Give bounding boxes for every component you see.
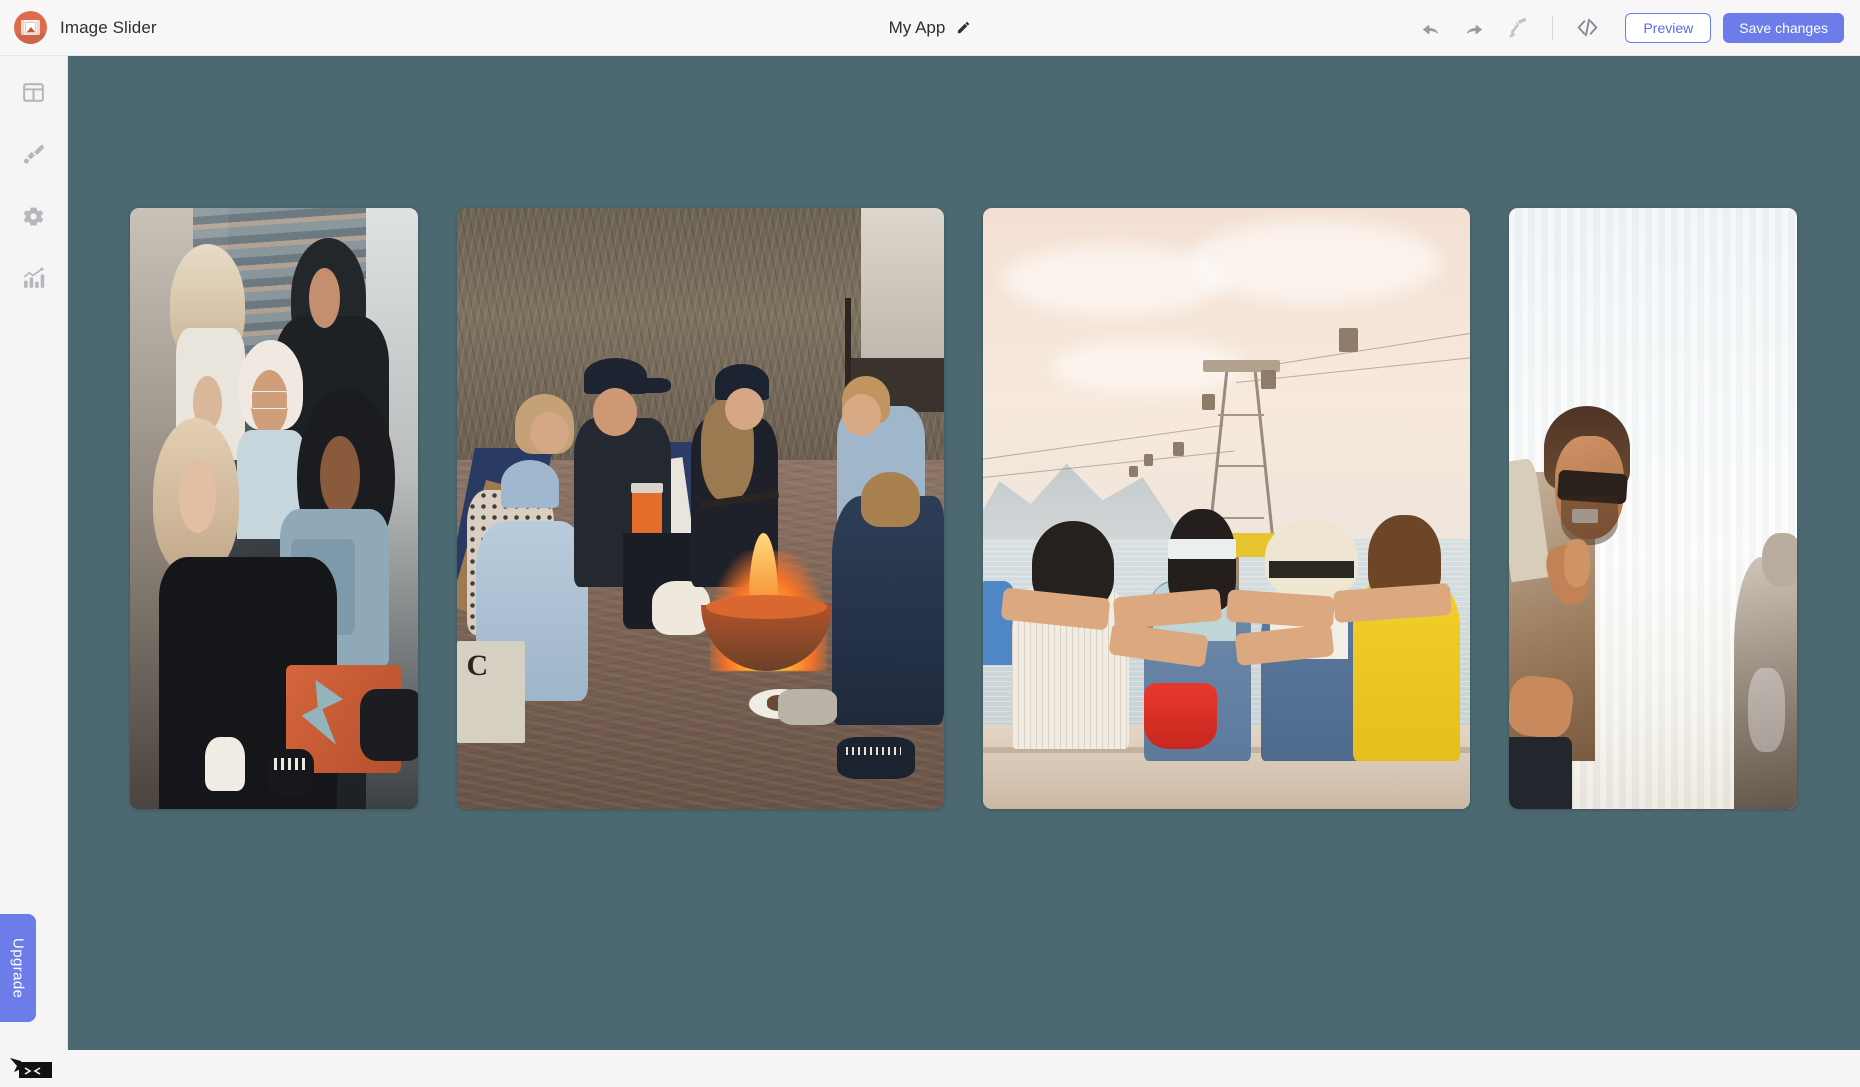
sidebar-item-analytics[interactable] [0, 250, 68, 312]
sidebar-item-settings[interactable] [0, 188, 68, 250]
paint-brush-icon [21, 142, 46, 172]
slider-slide[interactable] [1509, 208, 1797, 809]
project-name: My App [888, 17, 946, 37]
project-title-group: My App [800, 18, 1060, 38]
slide-image-1 [130, 208, 418, 809]
app-title: Image Slider [60, 17, 157, 37]
slider-slide[interactable] [130, 208, 418, 809]
slide-image-2: C [457, 208, 944, 809]
pencil-icon[interactable] [956, 20, 971, 35]
slide-image-3 [983, 208, 1470, 809]
slider-slide[interactable]: C [457, 208, 944, 809]
slider-slide[interactable] [983, 208, 1470, 809]
paint-roller-icon[interactable] [1496, 8, 1540, 48]
preview-button[interactable]: Preview [1625, 12, 1712, 43]
image-slider-logo-icon [14, 11, 47, 44]
bar-chart-icon [21, 266, 46, 296]
left-sidebar: Upgrade [0, 56, 68, 1078]
top-app-bar: Image Slider My App Preview Save changes [0, 0, 1860, 56]
grid-layout-icon [21, 80, 46, 110]
upgrade-label: Upgrade [9, 937, 27, 999]
image-slider-component[interactable]: C [130, 208, 1797, 809]
toolbar-actions: Preview Save changes [1408, 8, 1860, 48]
sidebar-item-layout[interactable] [0, 64, 68, 126]
redo-arrow-icon[interactable] [1452, 8, 1496, 48]
toolbar-divider [1552, 15, 1554, 40]
slide-image-4 [1509, 208, 1797, 809]
sidebar-item-design[interactable] [0, 126, 68, 188]
gear-icon [21, 204, 46, 234]
help-chat-bubble-icon[interactable] [8, 1058, 54, 1082]
brand-area: Image Slider [0, 11, 420, 44]
code-brackets-icon[interactable] [1565, 8, 1609, 48]
undo-arrow-icon[interactable] [1408, 8, 1452, 48]
save-changes-button[interactable]: Save changes [1723, 12, 1844, 43]
upgrade-button[interactable]: Upgrade [0, 914, 36, 1022]
editor-canvas: C [68, 56, 1860, 1050]
